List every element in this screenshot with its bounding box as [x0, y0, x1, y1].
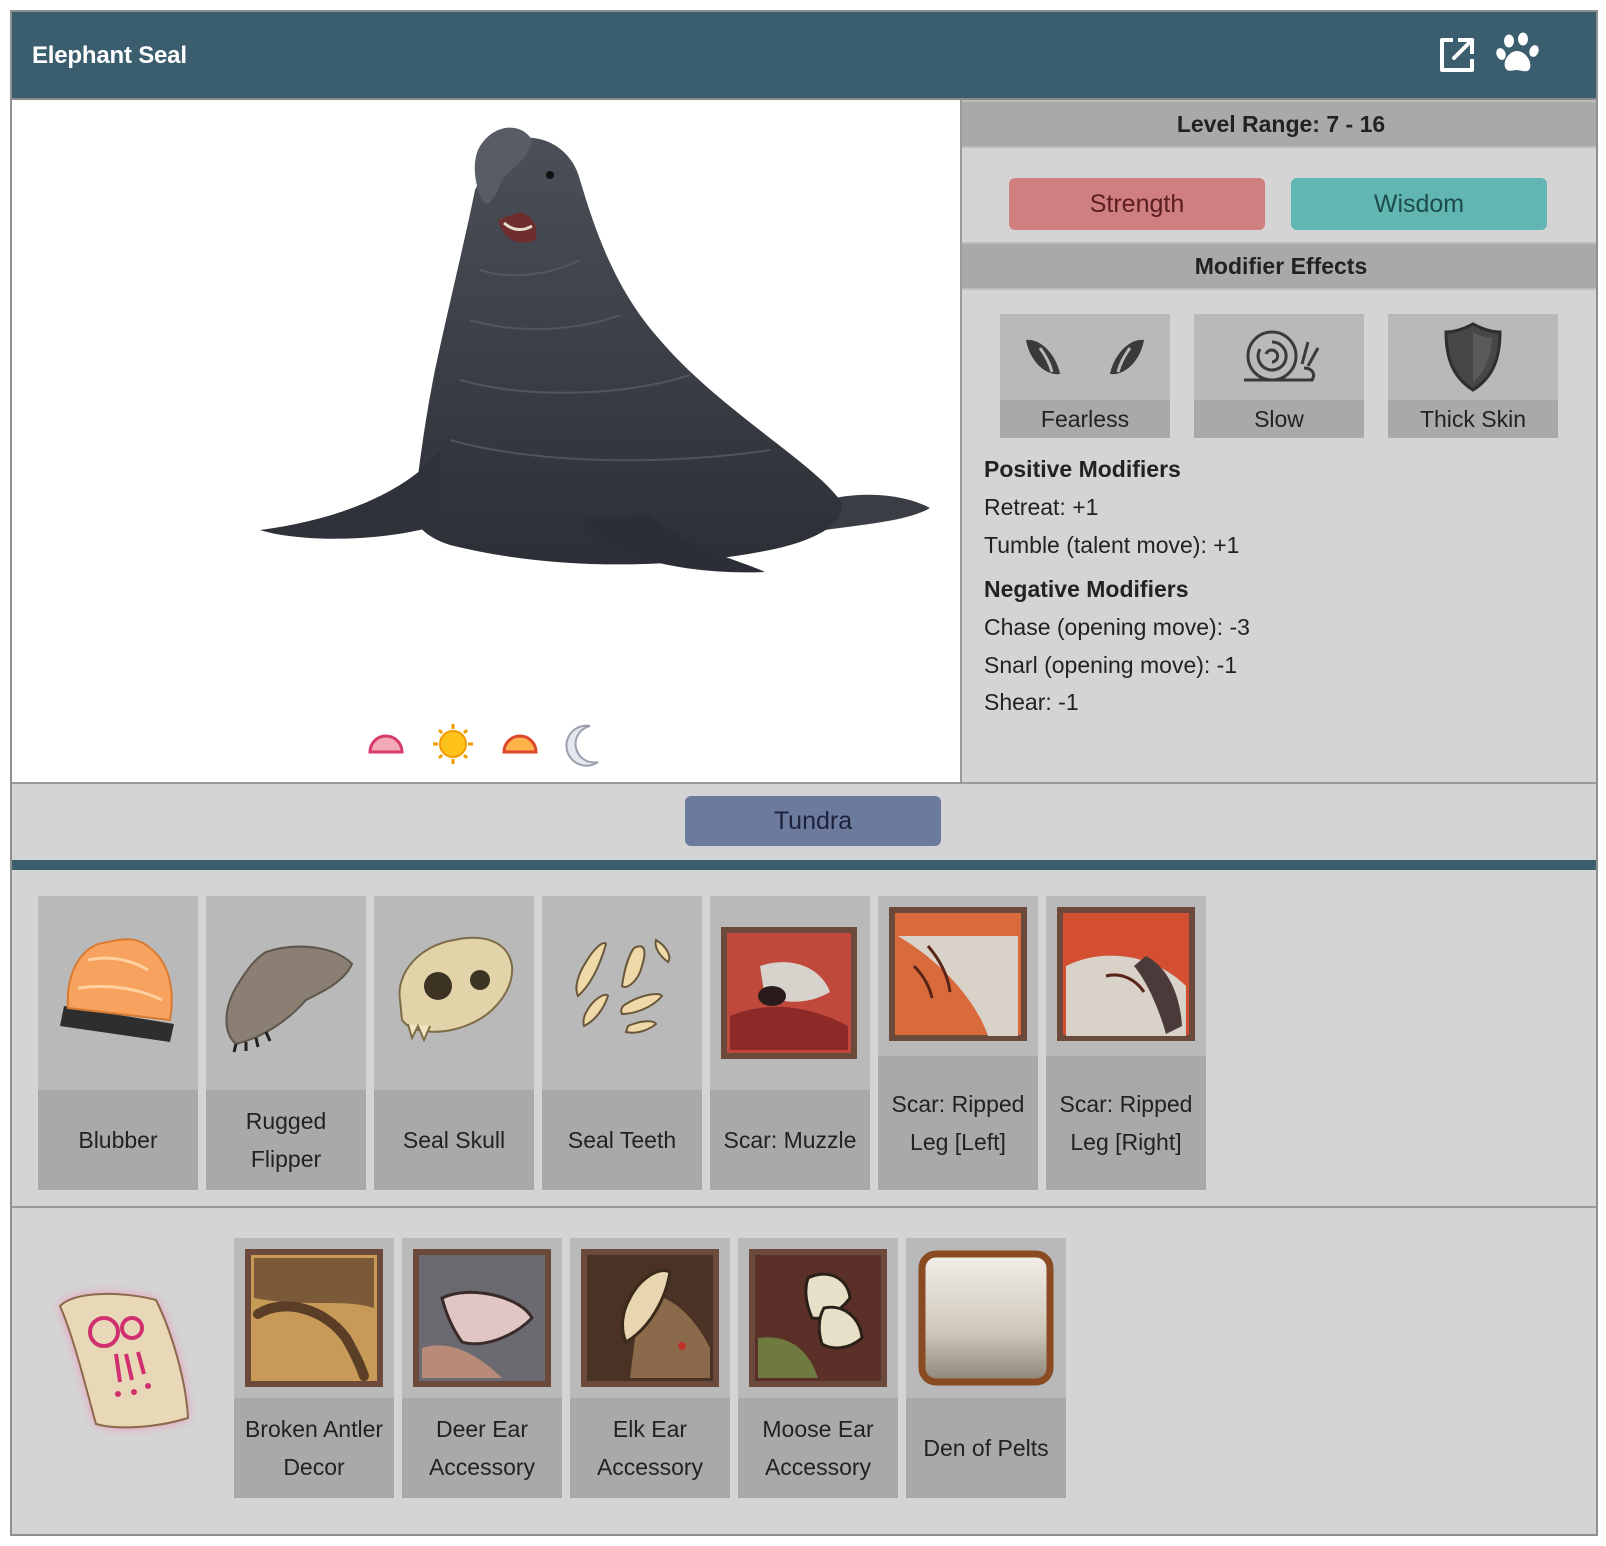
drop-label: Rugged Flipper: [206, 1090, 366, 1190]
negative-modifier: Shear: -1: [984, 689, 1079, 715]
dusk-icon: [502, 734, 538, 754]
drop-label: Scar: Ripped Leg [Right]: [1046, 1056, 1206, 1190]
paw-icon[interactable]: [1496, 32, 1542, 78]
activity-time-icons: [362, 720, 622, 770]
effect-label: Thick Skin: [1388, 400, 1558, 438]
sun-icon: [433, 724, 473, 764]
positive-modifier: Tumble (talent move): +1: [984, 532, 1240, 558]
snail-icon: [1194, 314, 1364, 400]
negative-modifier: Chase (opening move): -3: [984, 614, 1250, 640]
animal-card: Elephant Seal Level Range: 7 - 16 Streng…: [10, 10, 1598, 1536]
negative-modifiers-title: Negative Modifiers: [984, 576, 1189, 602]
positive-modifier: Retreat: +1: [984, 494, 1099, 520]
quest-label: Den of Pelts: [906, 1398, 1066, 1498]
elephant-seal-image: [260, 127, 930, 573]
dawn-icon: [368, 734, 404, 754]
strength-button[interactable]: Strength: [1009, 178, 1265, 230]
section-divider: [12, 860, 1596, 870]
quest-items-section: Broken Antler Decor Deer Ear Accessory E…: [12, 1208, 1596, 1534]
quest-label: Broken Antler Decor: [234, 1398, 394, 1498]
scar-leg-left-icon: [878, 896, 1038, 1056]
quest-scroll-icon: [46, 1278, 206, 1438]
animal-title: Elephant Seal: [32, 42, 187, 69]
shield-icon: [1388, 314, 1558, 400]
quest-den-of-pelts[interactable]: Den of Pelts: [906, 1238, 1066, 1498]
antler-decor-icon: [234, 1238, 394, 1398]
effect-label: Fearless: [1000, 400, 1170, 438]
effect-thick-skin[interactable]: Thick Skin: [1388, 314, 1558, 438]
quest-deer-ear-accessory[interactable]: Deer Ear Accessory: [402, 1238, 562, 1498]
moose-ear-icon: [738, 1238, 898, 1398]
quest-moose-ear-accessory[interactable]: Moose Ear Accessory: [738, 1238, 898, 1498]
scar-muzzle-icon: [710, 896, 870, 1090]
drops-section: Blubber Rugged Flipper Seal Skull Seal T…: [12, 870, 1596, 1208]
negative-modifier: Snarl (opening move): -1: [984, 652, 1238, 678]
habitat-tundra-button[interactable]: Tundra: [685, 796, 941, 846]
drop-label: Scar: Muzzle: [710, 1090, 870, 1190]
info-panel: Level Range: 7 - 16 Strength Wisdom Modi…: [962, 100, 1596, 782]
quest-label: Moose Ear Accessory: [738, 1398, 898, 1498]
drop-label: Scar: Ripped Leg [Left]: [878, 1056, 1038, 1190]
card-header: Elephant Seal: [12, 12, 1596, 100]
modifier-effects-heading: Modifier Effects: [962, 242, 1596, 290]
drop-scar-muzzle[interactable]: Scar: Muzzle: [710, 896, 870, 1190]
elk-ear-icon: [570, 1238, 730, 1398]
drop-label: Seal Skull: [374, 1090, 534, 1190]
effect-label: Slow: [1194, 400, 1364, 438]
animal-image-panel: [12, 100, 962, 782]
flipper-icon: [206, 896, 366, 1090]
quest-label: Elk Ear Accessory: [570, 1398, 730, 1498]
skull-icon: [374, 896, 534, 1090]
drop-rugged-flipper[interactable]: Rugged Flipper: [206, 896, 366, 1190]
wisdom-button[interactable]: Wisdom: [1291, 178, 1547, 230]
quest-elk-ear-accessory[interactable]: Elk Ear Accessory: [570, 1238, 730, 1498]
deer-ear-icon: [402, 1238, 562, 1398]
pelts-icon: [906, 1238, 1066, 1398]
positive-modifiers-title: Positive Modifiers: [984, 456, 1181, 482]
quest-label: Deer Ear Accessory: [402, 1398, 562, 1498]
habitat-bar: Tundra: [12, 782, 1596, 860]
drop-scar-ripped-leg-right[interactable]: Scar: Ripped Leg [Right]: [1046, 896, 1206, 1190]
moon-icon: [565, 724, 599, 767]
drop-seal-teeth[interactable]: Seal Teeth: [542, 896, 702, 1190]
teeth-icon: [542, 896, 702, 1090]
drop-blubber[interactable]: Blubber: [38, 896, 198, 1190]
open-external-icon[interactable]: [1436, 34, 1478, 76]
quest-broken-antler-decor[interactable]: Broken Antler Decor: [234, 1238, 394, 1498]
effect-fearless[interactable]: Fearless: [1000, 314, 1170, 438]
drop-seal-skull[interactable]: Seal Skull: [374, 896, 534, 1190]
drop-scar-ripped-leg-left[interactable]: Scar: Ripped Leg [Left]: [878, 896, 1038, 1190]
drop-label: Blubber: [38, 1090, 198, 1190]
blubber-icon: [38, 896, 198, 1090]
scar-leg-right-icon: [1046, 896, 1206, 1056]
effect-slow[interactable]: Slow: [1194, 314, 1364, 438]
drop-label: Seal Teeth: [542, 1090, 702, 1190]
cat-eyes-icon: [1000, 314, 1170, 400]
level-range: Level Range: 7 - 16: [962, 100, 1596, 148]
